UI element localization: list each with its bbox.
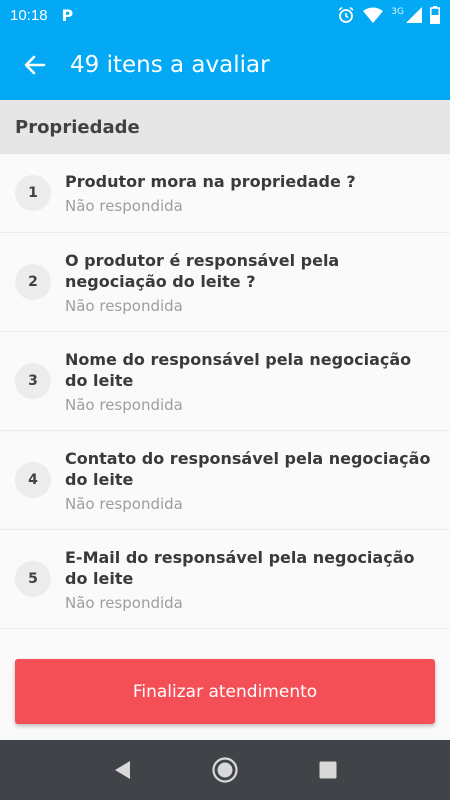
list-item[interactable]: 5 E-Mail do responsável pela negociação … — [0, 530, 450, 629]
item-number-badge: 3 — [15, 363, 51, 399]
section-header: Propriedade — [0, 100, 450, 154]
finish-service-button[interactable]: Finalizar atendimento — [15, 659, 435, 724]
item-status: Não respondida — [65, 593, 183, 612]
item-text: E-Mail do responsável pela negociação do… — [65, 547, 450, 612]
nav-back-button[interactable] — [97, 745, 147, 795]
notification-letter: P — [61, 5, 74, 25]
item-question: Produtor mora na propriedade ? — [65, 172, 356, 191]
battery-icon — [430, 6, 440, 24]
item-question: O produtor é responsável pela negociação… — [65, 250, 340, 291]
app-bar: 49 itens a avaliar — [0, 30, 450, 100]
item-question: E-Mail do responsável pela negociação do… — [65, 547, 415, 588]
list-item[interactable]: 3 Nome do responsável pela negociação do… — [0, 332, 450, 431]
list-item[interactable]: 4 Contato do responsável pela negociação… — [0, 431, 450, 530]
item-number-badge: 4 — [15, 462, 51, 498]
item-number-badge: 2 — [15, 264, 51, 300]
list-item[interactable]: 2 O produtor é responsável pela negociaç… — [0, 233, 450, 332]
question-list: 1 Produtor mora na propriedade ? Não res… — [0, 154, 450, 629]
status-icons: 3G — [337, 6, 440, 24]
item-text: Nome do responsável pela negociação do l… — [65, 349, 450, 414]
back-button[interactable] — [0, 30, 70, 100]
item-status: Não respondida — [65, 494, 183, 513]
nav-recents-button[interactable] — [303, 745, 353, 795]
item-text: Contato do responsável pela negociação d… — [65, 448, 450, 513]
status-time: 10:18 — [10, 6, 48, 24]
system-nav-bar — [0, 740, 450, 800]
back-triangle-icon — [114, 761, 130, 779]
item-status: Não respondida — [65, 197, 183, 215]
home-circle-icon — [212, 757, 238, 783]
item-question: Nome do responsável pela negociação do l… — [65, 349, 412, 390]
item-text: O produtor é responsável pela negociação… — [65, 250, 450, 315]
item-number-badge: 5 — [15, 561, 51, 597]
page-title: 49 itens a avaliar — [70, 52, 270, 78]
nav-home-button[interactable] — [200, 745, 250, 795]
list-item[interactable]: 1 Produtor mora na propriedade ? Não res… — [0, 154, 450, 233]
status-bar: 10:18 P 3G — [0, 0, 450, 30]
arrow-left-icon — [24, 55, 46, 75]
item-number-badge: 1 — [15, 175, 51, 211]
item-status: Não respondida — [65, 296, 183, 315]
section-title: Propriedade — [15, 116, 140, 138]
signal-icon — [406, 7, 422, 23]
alarm-icon — [338, 6, 354, 23]
item-text: Produtor mora na propriedade ? Não respo… — [65, 171, 374, 215]
item-status: Não respondida — [65, 395, 183, 414]
recents-square-icon — [319, 761, 337, 779]
item-question: Contato do responsável pela negociação d… — [65, 448, 431, 489]
wifi-icon — [363, 7, 384, 23]
network-type-label: 3G — [391, 7, 404, 17]
